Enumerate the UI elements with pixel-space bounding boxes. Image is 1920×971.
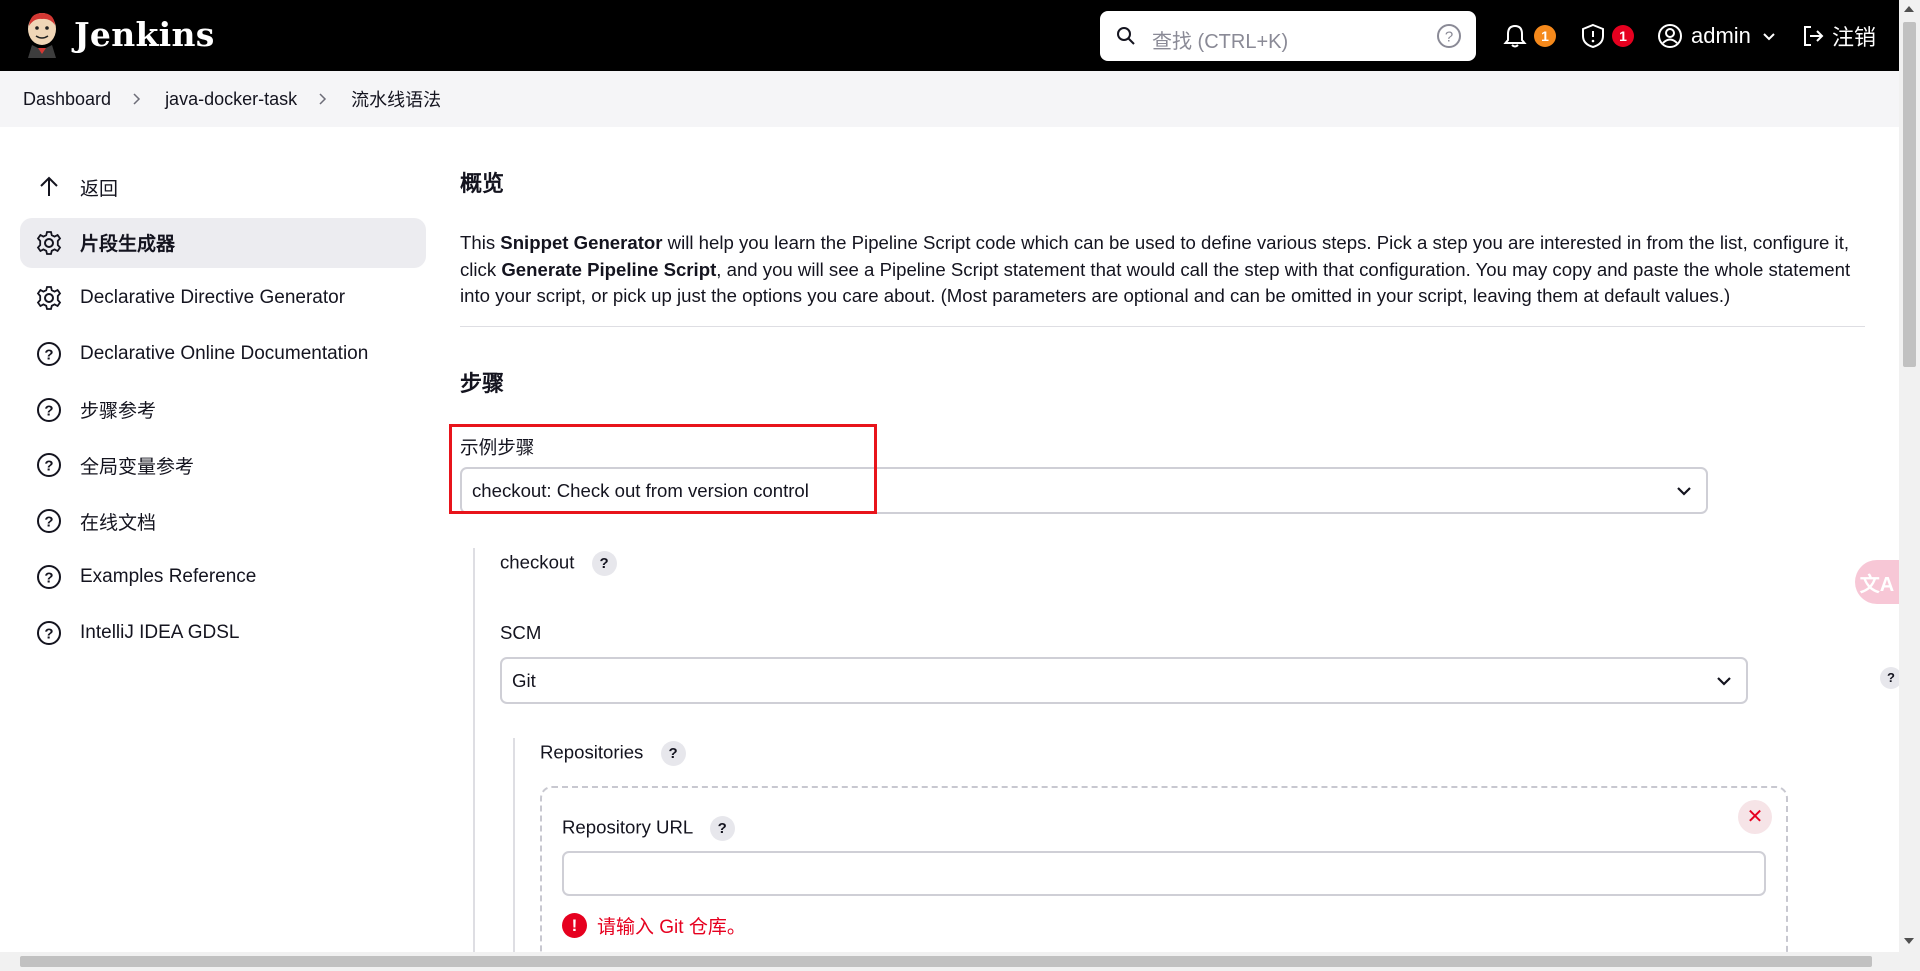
help-circle-icon: ?: [37, 342, 61, 367]
sidebar-item-label: Examples Reference: [80, 565, 257, 587]
section-divider: [460, 326, 1865, 327]
checkout-label-text: checkout: [500, 551, 575, 573]
vertical-scrollbar[interactable]: [1899, 0, 1920, 971]
nested-indent-line: [473, 548, 475, 952]
sidebar-item-back[interactable]: 返回: [20, 162, 426, 212]
repository-url-label-text: Repository URL: [562, 816, 693, 838]
svg-text:?: ?: [44, 402, 53, 419]
sidebar-item-global-variables[interactable]: ? 全局变量参考: [20, 440, 426, 490]
help-circle-icon: ?: [37, 564, 61, 589]
breadcrumb-item[interactable]: Dashboard: [23, 89, 111, 110]
svg-text:?: ?: [44, 458, 53, 475]
repository-url-error: ! 请输入 Git 仓库。: [562, 912, 746, 939]
repositories-label-text: Repositories: [540, 741, 644, 763]
overview-description: This Snippet Generator will help you lea…: [460, 230, 1865, 310]
chevron-right-icon: [133, 93, 141, 105]
translate-float-button[interactable]: 文A: [1855, 560, 1899, 604]
steps-heading: 步骤: [460, 371, 505, 396]
chevron-down-icon: [1717, 677, 1731, 686]
svg-text:?: ?: [44, 569, 53, 586]
breadcrumb-item[interactable]: 流水线语法: [351, 86, 441, 112]
jenkins-butler-icon: [28, 13, 56, 58]
help-circle-icon: ?: [37, 453, 61, 478]
help-circle-icon: ?: [37, 620, 61, 645]
checkout-help-button[interactable]: ?: [591, 551, 617, 576]
sidebar-item-label: 全局变量参考: [80, 456, 195, 478]
scroll-up-arrow[interactable]: [1904, 6, 1914, 12]
sidebar-item-intellij-gdsl[interactable]: ? IntelliJ IDEA GDSL: [20, 608, 426, 658]
svg-text:?: ?: [44, 514, 53, 531]
svg-text:?: ?: [44, 625, 53, 642]
sidebar-item-label: Declarative Online Documentation: [80, 343, 369, 365]
breadcrumb-item[interactable]: java-docker-task: [165, 89, 297, 110]
highlight-annotation: [449, 424, 877, 514]
sidebar-item-label: 在线文档: [80, 512, 157, 534]
sidebar-item-online-docs[interactable]: ? 在线文档: [20, 496, 426, 546]
desc-text: This: [460, 232, 501, 253]
jenkins-logo[interactable]: Jenkins: [22, 10, 215, 58]
sidebar-item-label: 片段生成器: [80, 234, 176, 256]
sidebar-item-label: Declarative Directive Generator: [80, 287, 346, 309]
error-icon: !: [562, 913, 587, 938]
nested-indent-line: [513, 738, 515, 952]
sidebar-item-examples-reference[interactable]: ? Examples Reference: [20, 552, 426, 602]
help-circle-icon: ?: [37, 397, 61, 422]
sidebar-item-directive-generator[interactable]: Declarative Directive Generator: [20, 273, 426, 323]
repositories-help-button[interactable]: ?: [660, 741, 686, 766]
remove-repository-button[interactable]: ✕: [1738, 800, 1772, 834]
scm-select[interactable]: Git: [500, 657, 1748, 704]
svg-text:?: ?: [44, 347, 53, 364]
checkout-label: checkout ?: [500, 551, 617, 576]
scrollbar-thumb[interactable]: [20, 956, 1872, 967]
scm-label: SCM: [500, 622, 542, 643]
sidebar: 返回 片段生成器 Declarative Directive Generator…: [20, 162, 426, 663]
sidebar-item-snippet-generator[interactable]: 片段生成器: [20, 217, 426, 268]
repositories-label: Repositories ?: [540, 741, 686, 766]
repository-url-help-button[interactable]: ?: [709, 816, 735, 841]
scroll-down-arrow[interactable]: [1904, 938, 1914, 944]
gear-icon: [36, 286, 62, 311]
gear-icon: [36, 230, 62, 255]
repository-url-input[interactable]: [562, 851, 1766, 896]
chevron-right-icon: [319, 93, 327, 105]
sidebar-item-steps-reference[interactable]: ? 步骤参考: [20, 385, 426, 435]
brand-name: Jenkins: [74, 14, 215, 54]
overview-heading: 概览: [460, 171, 505, 196]
chevron-down-icon: [1677, 487, 1691, 496]
repository-url-label: Repository URL ?: [562, 816, 735, 841]
horizontal-scrollbar[interactable]: [0, 952, 1899, 971]
scrollbar-thumb[interactable]: [1903, 22, 1916, 367]
error-text: 请输入 Git 仓库。: [597, 917, 746, 938]
sidebar-item-label: IntelliJ IDEA GDSL: [80, 621, 240, 643]
desc-bold: Generate Pipeline Script: [501, 258, 717, 280]
sidebar-item-label: 步骤参考: [80, 401, 157, 423]
sidebar-item-online-documentation[interactable]: ? Declarative Online Documentation: [20, 329, 426, 379]
sidebar-item-label: 返回: [80, 178, 119, 200]
scm-value: Git: [512, 669, 536, 691]
desc-bold: Snippet Generator: [500, 232, 663, 253]
arrow-up-icon: [40, 176, 58, 196]
help-circle-icon: ?: [37, 509, 61, 534]
